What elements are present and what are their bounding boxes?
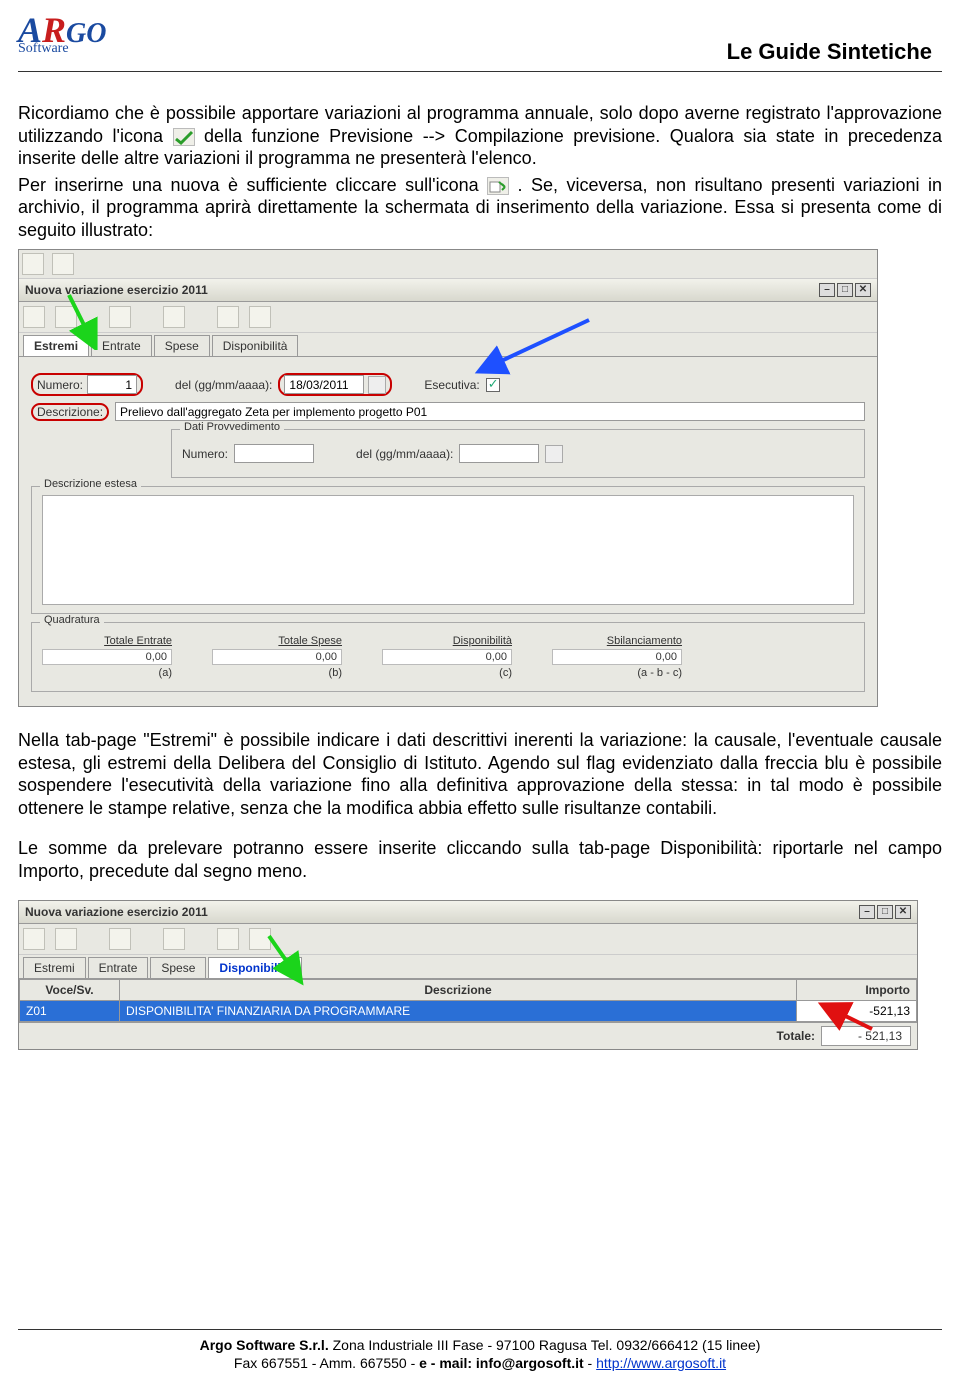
quad-header: Sbilanciamento bbox=[607, 635, 682, 647]
toolbar-icon[interactable] bbox=[23, 306, 45, 328]
disponibilita-table: Voce/Sv. Descrizione Importo Z01 DISPONI… bbox=[19, 979, 917, 1022]
fieldset-quadratura: Quadratura bbox=[40, 614, 104, 626]
print-icon[interactable] bbox=[217, 928, 239, 950]
esecutiva-checkbox[interactable] bbox=[486, 378, 500, 392]
quad-value: 0,00 bbox=[212, 649, 342, 665]
quad-foot: (a) bbox=[159, 667, 172, 679]
tab-entrate[interactable]: Entrate bbox=[91, 335, 152, 356]
quad-header: Totale Entrate bbox=[104, 635, 172, 647]
table-row[interactable]: Z01 DISPONIBILITA' FINANZIARIA DA PROGRA… bbox=[20, 1001, 917, 1022]
label-esecutiva: Esecutiva: bbox=[424, 378, 479, 392]
fieldset-dati-provv: Dati Provvedimento bbox=[180, 421, 284, 433]
tab-estremi[interactable]: Estremi bbox=[23, 335, 89, 356]
grid-icon[interactable] bbox=[109, 928, 131, 950]
provv-numero-field[interactable] bbox=[234, 444, 314, 463]
print-icon[interactable] bbox=[249, 306, 271, 328]
quad-value: 0,00 bbox=[552, 649, 682, 665]
paragraph-4: Le somme da prelevare potranno essere in… bbox=[18, 837, 942, 882]
page-footer: Argo Software S.r.l. Zona Industriale II… bbox=[18, 1329, 942, 1372]
save-icon[interactable] bbox=[55, 928, 77, 950]
close-icon[interactable]: ✕ bbox=[895, 905, 911, 919]
argo-logo: ARGO Software bbox=[18, 12, 106, 56]
cell-voce: Z01 bbox=[20, 1001, 120, 1022]
close-icon[interactable]: ✕ bbox=[855, 283, 871, 297]
tab-entrate[interactable]: Entrate bbox=[88, 957, 149, 978]
variation-window-disponibilita: Nuova variazione esercizio 2011 – □ ✕ Es… bbox=[18, 900, 918, 1050]
paragraph-1: Ricordiamo che è possibile apportare var… bbox=[18, 102, 942, 170]
quad-value: 0,00 bbox=[382, 649, 512, 665]
maximize-icon[interactable]: □ bbox=[877, 905, 893, 919]
totale-value: - 521,13 bbox=[821, 1026, 911, 1046]
window-title: Nuova variazione esercizio 2011 bbox=[25, 905, 208, 919]
numero-field[interactable] bbox=[87, 375, 137, 394]
minimize-icon[interactable]: – bbox=[819, 283, 835, 297]
label-numero: Numero: bbox=[37, 378, 83, 392]
quad-header: Disponibilità bbox=[453, 635, 512, 647]
save-icon[interactable] bbox=[55, 306, 77, 328]
header-title: Le Guide Sintetiche bbox=[727, 39, 932, 65]
quad-value: 0,00 bbox=[42, 649, 172, 665]
maximize-icon[interactable]: □ bbox=[837, 283, 853, 297]
col-importo: Importo bbox=[797, 980, 917, 1001]
descr-estesa-textarea[interactable] bbox=[42, 495, 854, 605]
tab-spese[interactable]: Spese bbox=[150, 957, 206, 978]
fieldset-descr-estesa: Descrizione estesa bbox=[40, 478, 141, 490]
provv-data-field[interactable] bbox=[459, 444, 539, 463]
print-icon[interactable] bbox=[217, 306, 239, 328]
copy-icon[interactable] bbox=[163, 928, 185, 950]
variation-window-estremi: Nuova variazione esercizio 2011 – □ ✕ Es… bbox=[18, 249, 878, 707]
cell-descr: DISPONIBILITA' FINANZIARIA DA PROGRAMMAR… bbox=[120, 1001, 797, 1022]
quad-header: Totale Spese bbox=[278, 635, 342, 647]
data-field[interactable] bbox=[284, 375, 364, 394]
col-descrizione: Descrizione bbox=[120, 980, 797, 1001]
col-voce: Voce/Sv. bbox=[20, 980, 120, 1001]
calendar-icon[interactable] bbox=[368, 376, 386, 394]
tab-disponibilita[interactable]: Disponibilità bbox=[212, 335, 299, 356]
copy-icon[interactable] bbox=[163, 306, 185, 328]
paragraph-3: Nella tab-page "Estremi" è possibile ind… bbox=[18, 729, 942, 819]
tab-disponibilita[interactable]: Disponibilità bbox=[208, 957, 302, 978]
toolbar-icon[interactable] bbox=[23, 928, 45, 950]
quad-foot: (a - b - c) bbox=[637, 667, 682, 679]
print-icon[interactable] bbox=[249, 928, 271, 950]
label-provv-del: del (gg/mm/aaaa): bbox=[356, 447, 453, 461]
approve-icon bbox=[173, 128, 195, 146]
toolbar-icon[interactable] bbox=[52, 253, 74, 275]
totale-label: Totale: bbox=[777, 1029, 815, 1043]
quad-foot: (b) bbox=[329, 667, 342, 679]
minimize-icon[interactable]: – bbox=[859, 905, 875, 919]
quad-foot: (c) bbox=[499, 667, 512, 679]
grid-icon[interactable] bbox=[109, 306, 131, 328]
window-title: Nuova variazione esercizio 2011 bbox=[25, 283, 208, 297]
footer-link[interactable]: http://www.argosoft.it bbox=[596, 1355, 726, 1371]
cell-importo[interactable]: -521,13 bbox=[797, 1001, 917, 1022]
toolbar-icon[interactable] bbox=[22, 253, 44, 275]
descrizione-field[interactable] bbox=[115, 402, 865, 421]
label-descrizione: Descrizione: bbox=[37, 405, 103, 419]
paragraph-2: Per inserirne una nuova è sufficiente cl… bbox=[18, 174, 942, 242]
add-icon bbox=[487, 177, 509, 195]
calendar-icon[interactable] bbox=[545, 445, 563, 463]
tab-spese[interactable]: Spese bbox=[154, 335, 210, 356]
label-provv-numero: Numero: bbox=[182, 447, 228, 461]
label-del: del (gg/mm/aaaa): bbox=[175, 378, 272, 392]
tab-estremi[interactable]: Estremi bbox=[23, 957, 86, 978]
